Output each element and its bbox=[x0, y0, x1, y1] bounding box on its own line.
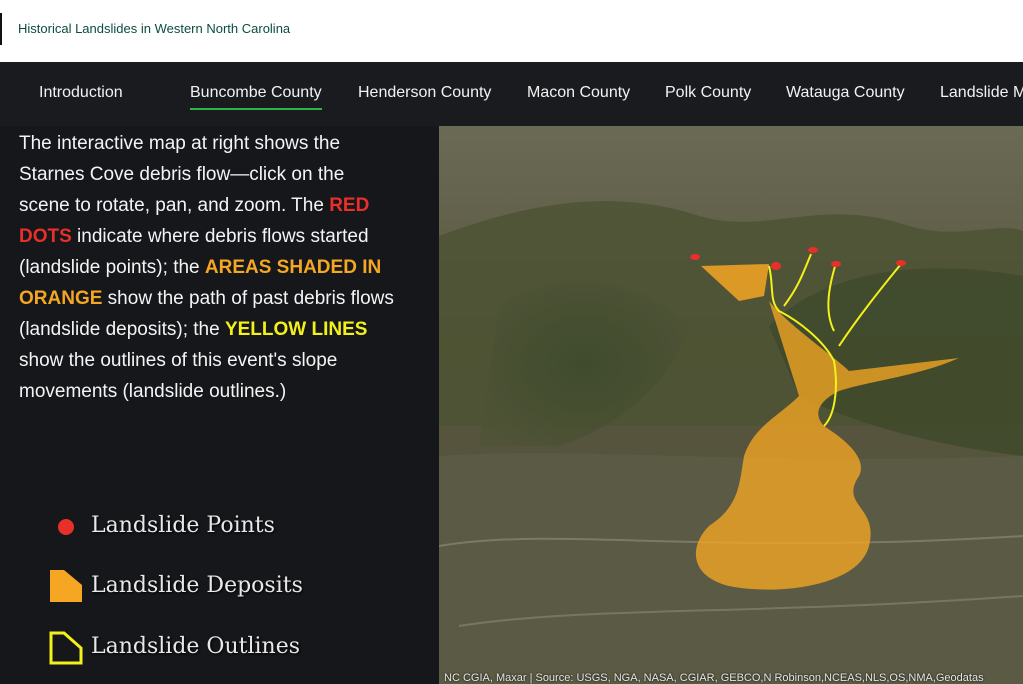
legend-points-label: Landslide Points bbox=[91, 513, 275, 538]
side-panel: The interactive map at right shows the S… bbox=[0, 126, 439, 684]
page-header: Historical Landslides in Western North C… bbox=[0, 0, 1023, 62]
tab-landslide-m[interactable]: Landslide M bbox=[940, 84, 1023, 102]
tab-buncombe-county[interactable]: Buncombe County bbox=[190, 84, 322, 110]
description-text-1: The interactive map at right shows the S… bbox=[19, 133, 345, 216]
story-title[interactable]: Historical Landslides in Western North C… bbox=[18, 21, 290, 36]
tab-watauga-county[interactable]: Watauga County bbox=[786, 84, 905, 102]
tab-introduction[interactable]: Introduction bbox=[39, 84, 123, 102]
landslide-point[interactable] bbox=[808, 247, 818, 253]
landslide-point[interactable] bbox=[771, 262, 781, 270]
landslide-point[interactable] bbox=[831, 261, 841, 267]
red-dot-icon bbox=[58, 519, 74, 535]
legend-deposits-label: Landslide Deposits bbox=[91, 573, 303, 598]
legend-outlines-label: Landslide Outlines bbox=[91, 634, 301, 659]
section-nav: Introduction Buncombe County Henderson C… bbox=[0, 62, 1023, 126]
map-attribution: NC CGIA, Maxar | Source: USGS, NGA, NASA… bbox=[444, 672, 984, 684]
tab-henderson-county[interactable]: Henderson County bbox=[358, 84, 491, 102]
map-scene[interactable] bbox=[439, 126, 1023, 684]
landslide-point[interactable] bbox=[896, 260, 906, 266]
interactive-3d-map[interactable]: NC CGIA, Maxar | Source: USGS, NGA, NASA… bbox=[439, 126, 1023, 684]
yellow-lines-highlight: YELLOW LINES bbox=[224, 319, 368, 340]
tab-macon-county[interactable]: Macon County bbox=[527, 84, 630, 102]
tab-polk-county[interactable]: Polk County bbox=[665, 84, 751, 102]
landslide-point[interactable] bbox=[690, 254, 700, 260]
description-text-4: show the outlines of this event's slope … bbox=[19, 350, 338, 402]
orange-polygon-icon bbox=[50, 570, 82, 602]
yellow-outline-icon bbox=[49, 631, 83, 665]
header-accent-bar bbox=[0, 13, 2, 45]
description-paragraph: The interactive map at right shows the S… bbox=[19, 128, 399, 407]
